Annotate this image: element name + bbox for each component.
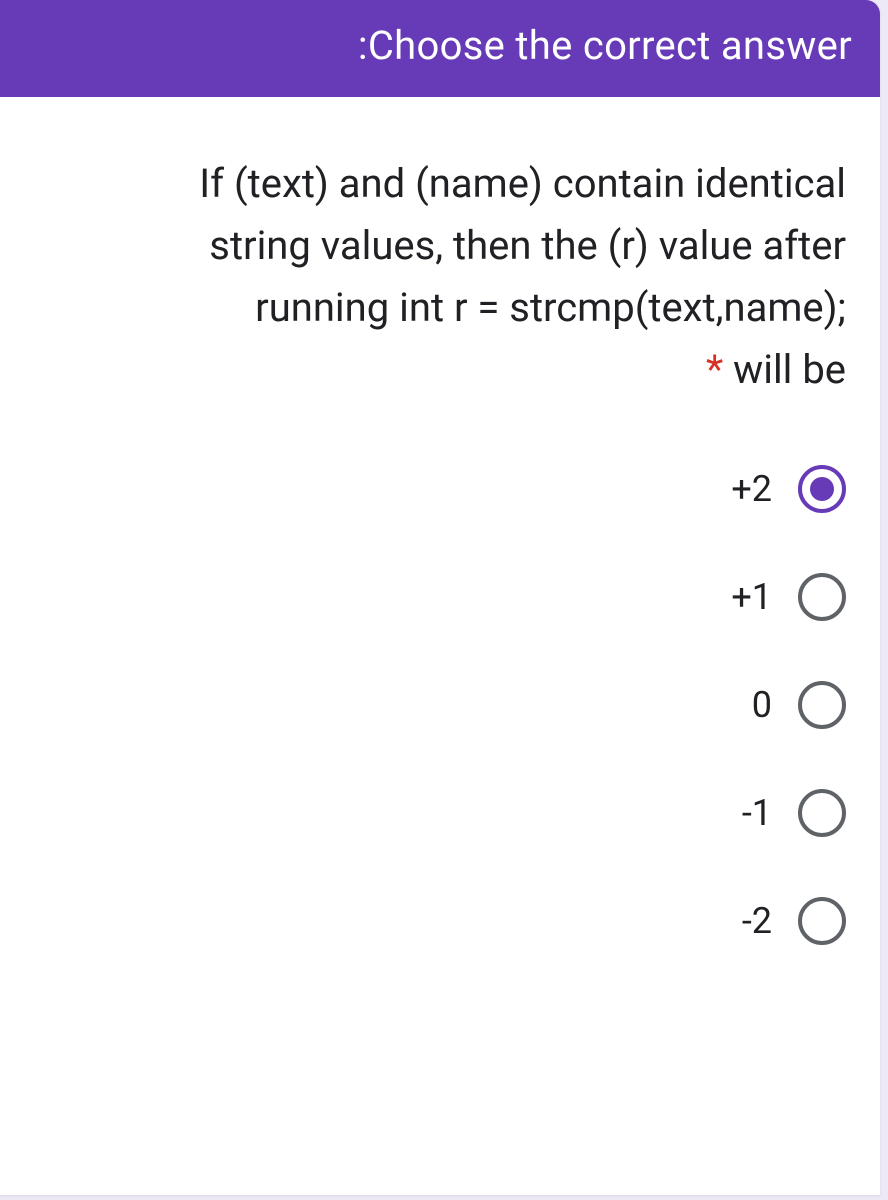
radio-icon[interactable] <box>798 681 846 729</box>
option-label: 0 <box>752 684 772 726</box>
question-line: If (text) and (name) contain identical <box>0 153 846 215</box>
option-label: -1 <box>742 792 772 834</box>
section-title: :Choose the correct answer <box>358 22 852 69</box>
radio-icon[interactable] <box>798 789 846 837</box>
question-line: running int r = strcmp(text,name); <box>0 277 846 339</box>
radio-icon[interactable] <box>798 465 846 513</box>
option-label: -2 <box>742 900 772 942</box>
question-line: string values, then the (r) value after <box>0 215 846 277</box>
question-suffix: will be <box>723 346 846 393</box>
option-plus-1[interactable]: +1 <box>0 573 846 621</box>
option-minus-2[interactable]: -2 <box>0 897 846 945</box>
option-plus-2[interactable]: +2 <box>0 465 846 513</box>
question-card: :Choose the correct answer If (text) and… <box>0 0 880 1195</box>
question-line: * will be <box>0 339 846 401</box>
option-label: +1 <box>731 576 772 618</box>
option-minus-1[interactable]: -1 <box>0 789 846 837</box>
options-group: +2 +1 0 -1 -2 <box>0 465 852 945</box>
required-asterisk: * <box>706 346 723 393</box>
option-label: +2 <box>731 468 772 510</box>
radio-icon[interactable] <box>798 573 846 621</box>
section-header: :Choose the correct answer <box>0 0 880 97</box>
option-zero[interactable]: 0 <box>0 681 846 729</box>
radio-icon[interactable] <box>798 897 846 945</box>
question-text: If (text) and (name) contain identical s… <box>0 153 852 401</box>
question-body: If (text) and (name) contain identical s… <box>0 97 880 985</box>
